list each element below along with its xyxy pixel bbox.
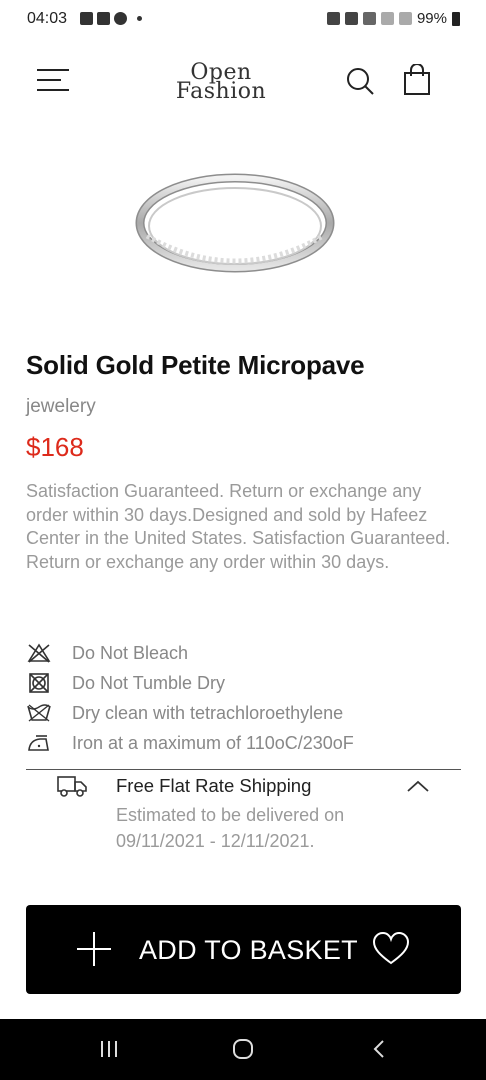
more-notifications-icon xyxy=(137,16,142,21)
battery-icon xyxy=(452,11,460,26)
wifi-icon xyxy=(362,12,376,25)
notification-icons xyxy=(80,12,142,25)
care-item: Do Not Bleach xyxy=(26,638,466,668)
back-icon[interactable] xyxy=(367,1037,393,1061)
menu-icon[interactable] xyxy=(37,67,69,93)
care-item: Do Not Tumble Dry xyxy=(26,668,466,698)
care-item: Iron at a maximum of 110oC/230oF xyxy=(26,728,466,758)
care-item: Dry clean with tetrachloroethylene xyxy=(26,698,466,728)
gallery-icon xyxy=(80,12,93,25)
care-label: Do Not Bleach xyxy=(72,642,189,663)
product-description: Satisfaction Guaranteed. Return or excha… xyxy=(26,481,451,572)
signal-icon-2 xyxy=(398,12,412,25)
recent-apps-icon[interactable] xyxy=(96,1037,122,1061)
iron-icon xyxy=(28,735,49,751)
signal-icon xyxy=(380,12,394,25)
divider xyxy=(26,769,461,770)
shipping-title: Free Flat Rate Shipping xyxy=(116,775,312,796)
add-to-basket-label: ADD TO BASKET xyxy=(139,935,358,965)
search-icon[interactable] xyxy=(345,66,375,96)
logo-line-fashion: Fashion xyxy=(175,79,267,104)
delivery-truck-icon xyxy=(57,776,87,797)
heart-icon[interactable] xyxy=(372,931,410,967)
whatsapp-icon xyxy=(114,12,127,25)
add-to-basket-button[interactable]: ADD TO BASKET xyxy=(26,905,461,994)
battery-percent: 99% xyxy=(416,10,447,27)
status-bar: 04:03 99% xyxy=(0,0,486,40)
no-tumble-dry-icon xyxy=(29,673,49,693)
chevron-up-icon[interactable] xyxy=(403,776,433,798)
product-category: jewelery xyxy=(26,396,96,417)
care-instructions: Do Not Bleach Do Not Tumble Dry Dry clea… xyxy=(26,638,466,758)
care-label: Do Not Tumble Dry xyxy=(72,672,226,693)
dry-clean-icon xyxy=(27,704,51,722)
home-icon[interactable] xyxy=(230,1037,256,1061)
logo[interactable]: Open Fashion xyxy=(166,62,276,107)
product-title: Solid Gold Petite Micropave xyxy=(26,350,365,380)
snapchat-icon xyxy=(97,12,110,25)
shopping-bag-icon[interactable] xyxy=(402,64,432,96)
no-bleach-icon xyxy=(27,643,51,663)
product-price: $168 xyxy=(26,432,84,462)
product-image xyxy=(135,173,335,273)
mute-icon xyxy=(344,12,358,25)
alarm-icon xyxy=(326,12,340,25)
plus-icon xyxy=(77,932,111,966)
status-time: 04:03 xyxy=(27,10,68,27)
shipping-estimate: Estimated to be delivered on 09/11/2021 … xyxy=(116,805,345,851)
care-label: Iron at a maximum of 110oC/230oF xyxy=(72,732,354,753)
system-navigation-bar xyxy=(0,1019,486,1080)
care-label: Dry clean with tetrachloroethylene xyxy=(72,702,344,723)
system-status: 99% xyxy=(326,10,460,27)
app-header: Open Fashion xyxy=(0,55,486,105)
